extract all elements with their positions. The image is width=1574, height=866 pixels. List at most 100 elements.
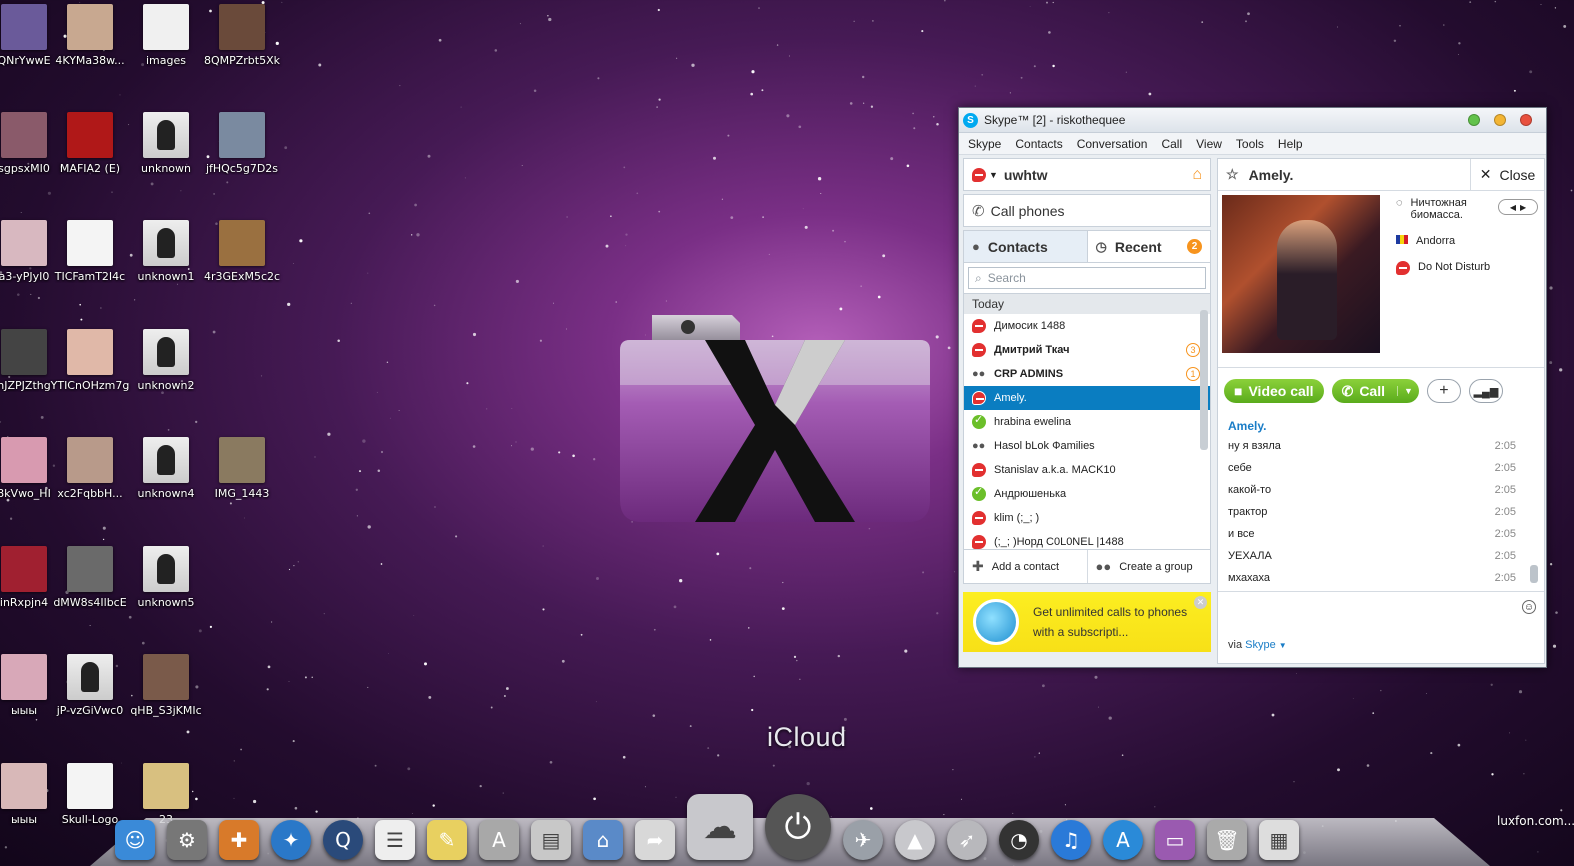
archive-icon[interactable]: ▤	[531, 820, 571, 860]
app-store-icon[interactable]: A	[1103, 820, 1143, 860]
minimize-button[interactable]	[1468, 114, 1480, 126]
phone-icon: ✆	[1341, 382, 1354, 399]
system-preferences-icon[interactable]: ⚙	[167, 820, 207, 860]
notes-icon[interactable]: ✎	[427, 820, 467, 860]
call-button[interactable]: ✆ Call ▼	[1331, 379, 1419, 403]
close-window-button[interactable]	[1520, 114, 1532, 126]
window-icon[interactable]: ▦	[1259, 820, 1299, 860]
video-call-button[interactable]: ■ Video call	[1224, 379, 1324, 403]
library-folder-icon[interactable]: ⌂	[583, 820, 623, 860]
create-group-button[interactable]: ●● Create a group	[1088, 550, 1211, 583]
menu-item-skype[interactable]: Skype	[961, 137, 1008, 151]
dnd-status-icon	[972, 511, 986, 525]
thumbnail-icon	[219, 220, 265, 266]
thumbnail-icon	[67, 112, 113, 158]
rocket-icon[interactable]: ➶	[947, 820, 987, 860]
reminders-icon[interactable]: ☰	[375, 820, 415, 860]
dnd-status-icon[interactable]	[972, 167, 986, 182]
icloud-icon[interactable]: ☁	[687, 794, 753, 860]
contact-row[interactable]: klim (;_; )	[964, 506, 1210, 530]
close-icon: ✕	[1479, 166, 1492, 182]
power-icon[interactable]: ⏻	[765, 794, 831, 860]
thumbnail-icon	[1, 546, 47, 592]
desktop-icon[interactable]: 4r3GExM5c2c	[196, 220, 288, 283]
contact-row[interactable]: Amely.	[964, 386, 1210, 410]
contact-name: Amely.	[994, 392, 1027, 404]
emoticon-icon[interactable]: ☺	[1522, 600, 1536, 614]
trash-icon[interactable]: 🗑	[1207, 820, 1247, 860]
chat-scrollbar[interactable]	[1530, 415, 1538, 585]
safari-icon[interactable]: ✦	[271, 820, 311, 860]
desktop-icon[interactable]: unknown5	[120, 546, 212, 609]
mood-arrows[interactable]: ◀ ▶	[1498, 199, 1538, 215]
star-icon[interactable]: ☆	[1226, 166, 1239, 183]
chat-message: себе 2:05	[1228, 457, 1520, 479]
desktop-icon[interactable]: qHB_S3jKMIc	[120, 654, 212, 717]
menu-item-help[interactable]: Help	[1271, 137, 1310, 151]
contact-name: Stanislav a.k.a. MACK10	[994, 464, 1116, 476]
message-text: какой-то	[1228, 484, 1272, 496]
tab-contacts[interactable]: ● Contacts	[964, 231, 1088, 262]
desktop-icon[interactable]: unknown2	[120, 329, 212, 392]
list-scrollbar[interactable]	[1200, 310, 1208, 450]
maximize-button[interactable]	[1494, 114, 1506, 126]
twitter-icon[interactable]: ✈	[843, 820, 883, 860]
home-icon[interactable]: ⌂	[1192, 166, 1202, 184]
tab-recent[interactable]: ◷ Recent 2	[1088, 231, 1211, 262]
add-contact-button[interactable]: ✚ Add a contact	[964, 550, 1088, 583]
mac-os-x-folder-icon[interactable]	[620, 310, 930, 525]
thumbnail-icon	[67, 437, 113, 483]
promo-banner[interactable]: Get unlimited calls to phones with a sub…	[963, 592, 1211, 652]
finder-icon[interactable]: ☺	[115, 820, 155, 860]
contact-photo[interactable]	[1222, 195, 1380, 353]
chat-history: Amely. ну я взяла 2:05 себе 2:05 какой-то 2:0…	[1228, 419, 1520, 589]
thumbnail-icon	[1, 654, 47, 700]
contact-row[interactable]: (;_; )Норд C0L0NEL |1488	[964, 530, 1210, 549]
message-text: ну я взяла	[1228, 440, 1281, 452]
search-input[interactable]: ⌕ Search	[968, 267, 1206, 289]
menu-item-contacts[interactable]: Contacts	[1008, 137, 1069, 151]
conversation-name: Amely.	[1248, 166, 1294, 183]
quicktime-icon[interactable]: Q	[323, 820, 363, 860]
share-icon[interactable]: ➦	[635, 820, 675, 860]
dashboard-icon[interactable]: ◔	[999, 820, 1039, 860]
menu-item-tools[interactable]: Tools	[1229, 137, 1271, 151]
user-status-bar[interactable]: ▼ uwhtw ⌂	[963, 158, 1211, 191]
add-button[interactable]: +	[1426, 379, 1461, 403]
contact-row[interactable]: Андрюшенька	[964, 482, 1210, 506]
desktop-icon[interactable]: IMG_1443	[196, 437, 288, 500]
contact-row[interactable]: Димосик 1488	[964, 314, 1210, 338]
title-bar[interactable]: S Skype™ [2] - riskothequee	[959, 108, 1546, 133]
contact-row[interactable]: Дмитрий Ткач 3	[964, 338, 1210, 362]
via-link[interactable]: Skype	[1245, 639, 1276, 651]
thumbnail-icon	[143, 546, 189, 592]
contact-row[interactable]: Stanislav a.k.a. MACK10	[964, 458, 1210, 482]
contact-row[interactable]: ●● CRP ADMINS 1	[964, 362, 1210, 386]
tab-contacts-label: Contacts	[987, 238, 1048, 255]
chevron-down-icon[interactable]: ▼	[989, 170, 998, 180]
chevron-down-icon[interactable]: ▼	[1397, 386, 1419, 396]
call-phones-button[interactable]: ✆ Call phones	[963, 194, 1211, 227]
message-input[interactable]: ☺	[1218, 591, 1544, 631]
menu-item-conversation[interactable]: Conversation	[1070, 137, 1155, 151]
via-selector[interactable]: via Skype ▼	[1228, 639, 1287, 651]
close-conversation-button[interactable]: ✕ Close	[1470, 158, 1544, 191]
call-quality-icon[interactable]: ▂▄▆	[1468, 379, 1503, 403]
unread-count-badge: 3	[1186, 343, 1200, 357]
contact-row[interactable]: ●● Hasol bLok Фamilies	[964, 434, 1210, 458]
desktop-icon[interactable]: ▭	[1155, 820, 1195, 860]
chat-message: и все 2:05	[1228, 523, 1520, 545]
thumbnail-icon	[67, 654, 113, 700]
launchpad-icon[interactable]: ✚	[219, 820, 259, 860]
itunes-icon[interactable]: ♫	[1051, 820, 1091, 860]
menu-item-view[interactable]: View	[1189, 137, 1229, 151]
close-promo-icon[interactable]: ✕	[1194, 596, 1207, 609]
globe-icon	[973, 599, 1019, 645]
app-installer-icon[interactable]: A	[479, 820, 519, 860]
desktop-icon[interactable]: 8QMPZrbt5Xk	[196, 4, 288, 67]
airplay-icon[interactable]: ▲	[895, 820, 935, 860]
desktop-icon[interactable]: jfHQc5g7D2s	[196, 112, 288, 175]
contact-row[interactable]: hrabina ewelina	[964, 410, 1210, 434]
dnd-status-icon	[972, 391, 986, 405]
menu-item-call[interactable]: Call	[1154, 137, 1189, 151]
